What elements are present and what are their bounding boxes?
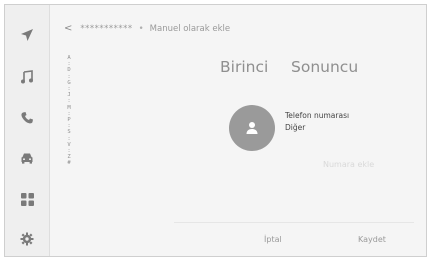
divider (174, 222, 414, 223)
phone-icon[interactable] (17, 108, 37, 128)
apps-grid-icon[interactable] (17, 189, 37, 209)
avatar[interactable] (229, 105, 275, 151)
alphabet-index[interactable]: A : D : G : J : M : P : S : V : Z # (64, 55, 74, 167)
music-note-icon[interactable] (17, 67, 37, 87)
breadcrumb: < *********** • Manuel olarak ekle (64, 23, 230, 34)
phone-type: Diğer (285, 123, 306, 132)
add-number-button[interactable]: Numara ekle (323, 160, 374, 169)
car-icon[interactable] (17, 148, 37, 168)
back-button[interactable]: < (64, 23, 72, 34)
gear-icon[interactable] (17, 229, 37, 249)
navigation-arrow-icon[interactable] (17, 25, 37, 45)
save-button[interactable]: Kaydet (358, 235, 386, 244)
last-name[interactable]: Sonuncu (291, 58, 358, 76)
breadcrumb-current: Manuel olarak ekle (149, 24, 231, 34)
contact-name-masked: *********** (80, 24, 133, 34)
person-icon (246, 122, 258, 134)
cancel-button[interactable]: İptal (264, 235, 282, 244)
sidebar (5, 5, 50, 256)
breadcrumb-separator: • (138, 24, 144, 34)
phone-number-label[interactable]: Telefon numarası (285, 111, 349, 120)
first-name[interactable]: Birinci (220, 58, 268, 76)
